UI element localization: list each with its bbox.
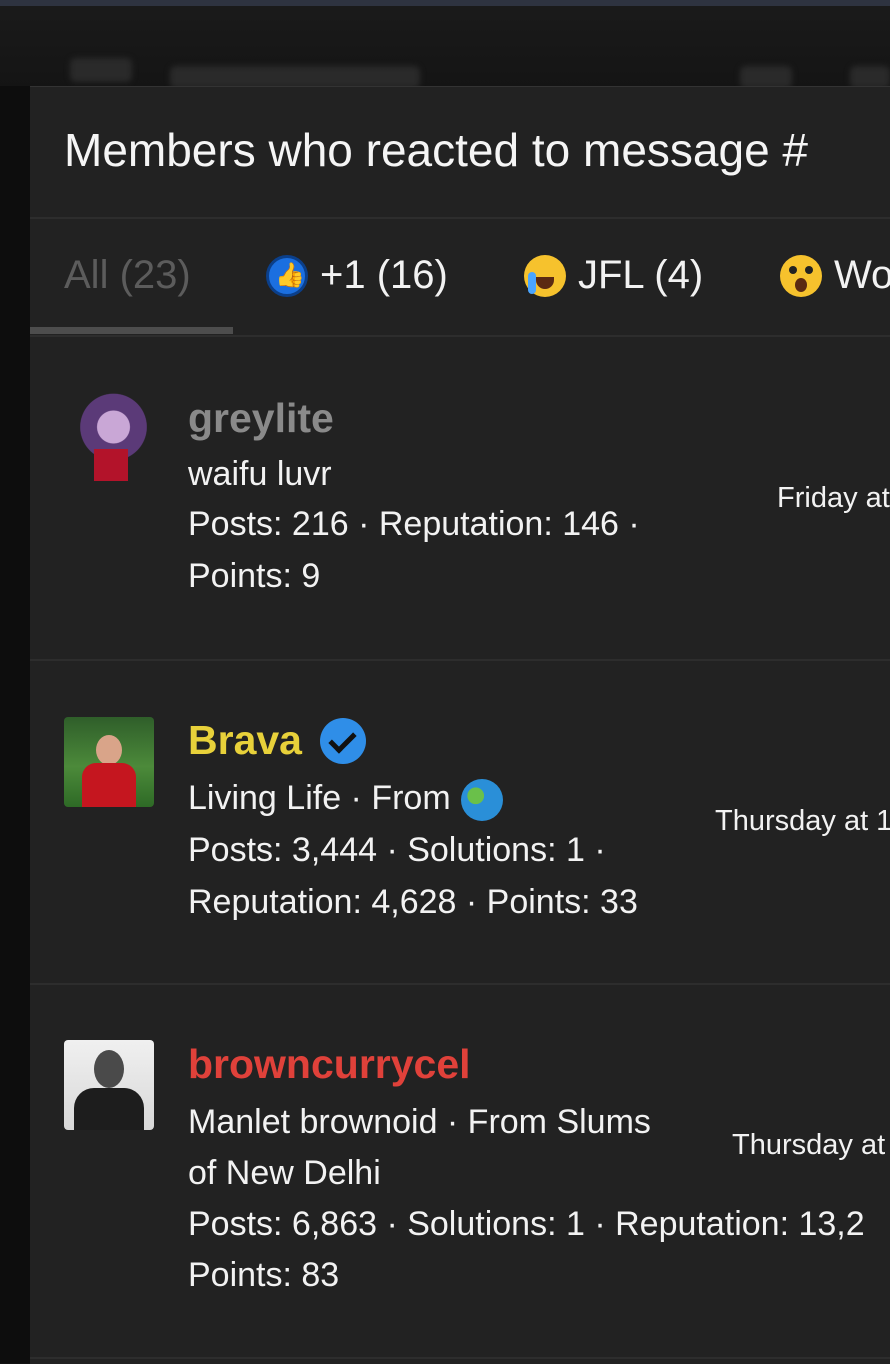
row-divider xyxy=(30,1357,890,1359)
reactions-dialog: Members who reacted to message # All (23… xyxy=(30,86,890,1364)
blurred-header-icon xyxy=(740,66,792,88)
tab-jfl-label: JFL (4) xyxy=(578,253,704,297)
avatar[interactable] xyxy=(64,391,154,481)
member-stats: Posts: 3,444 · Solutions: 1 · xyxy=(188,831,606,869)
tab-all[interactable]: All (23) xyxy=(64,253,191,298)
member-stats: Posts: 216 · Reputation: 146 · xyxy=(188,505,640,543)
tab-plus-one[interactable]: +1 (16) xyxy=(266,253,448,298)
tab-wow-label: Wo xyxy=(834,253,890,297)
member-stats: Points: 83 xyxy=(188,1256,340,1294)
member-stats: Reputation: 4,628 · Points: 33 xyxy=(188,883,638,921)
globe-icon xyxy=(460,779,503,822)
tab-all-label: All (23) xyxy=(64,253,191,297)
reaction-date[interactable]: Thursday at 1 xyxy=(715,805,890,838)
overlay-shade xyxy=(0,86,30,1363)
member-title: Manlet brownoid · From Slums xyxy=(188,1103,651,1141)
member-title-continued: of New Delhi xyxy=(188,1154,381,1192)
reaction-tabs: All (23) +1 (16) JFL (4) Wo xyxy=(30,221,890,335)
username-link[interactable]: browncurrycel xyxy=(188,1041,471,1088)
tab-plus-one-label: +1 (16) xyxy=(320,253,448,297)
blurred-logo xyxy=(70,58,132,82)
member-title-text: Living Life · From xyxy=(188,779,451,817)
member-row: browncurrycel Manlet brownoid · From Slu… xyxy=(30,985,890,1364)
astonished-face-icon xyxy=(780,254,822,297)
member-row: greylite waifu luvr Posts: 216 · Reputat… xyxy=(30,337,890,659)
member-row: Brava Living Life · From Posts: 3,444 · … xyxy=(30,661,890,983)
username-text: Brava xyxy=(188,717,302,763)
laughing-crying-icon xyxy=(524,254,566,297)
active-tab-indicator xyxy=(30,327,233,334)
tab-jfl[interactable]: JFL (4) xyxy=(524,253,703,298)
username-text: greylite xyxy=(188,395,334,441)
tab-wow[interactable]: Wo xyxy=(780,253,890,298)
blurred-header-icon xyxy=(850,66,890,88)
avatar[interactable] xyxy=(64,1040,154,1130)
dialog-title: Members who reacted to message # xyxy=(64,124,809,176)
member-stats: Points: 9 xyxy=(188,557,321,595)
title-divider xyxy=(30,217,890,219)
member-title: waifu luvr xyxy=(188,455,332,493)
username-link[interactable]: Brava xyxy=(188,717,366,764)
browser-top-edge xyxy=(0,0,890,6)
verified-badge-icon xyxy=(319,717,366,764)
member-stats: Posts: 6,863 · Solutions: 1 · Reputation… xyxy=(188,1205,865,1243)
member-title: Living Life · From xyxy=(188,779,503,822)
reaction-date[interactable]: Thursday at xyxy=(732,1129,885,1162)
username-text: browncurrycel xyxy=(188,1041,471,1087)
reaction-date[interactable]: Friday at xyxy=(777,482,890,515)
username-link[interactable]: greylite xyxy=(188,395,334,442)
blurred-breadcrumb xyxy=(170,66,420,88)
thumbs-up-icon xyxy=(266,254,308,297)
avatar[interactable] xyxy=(64,717,154,807)
